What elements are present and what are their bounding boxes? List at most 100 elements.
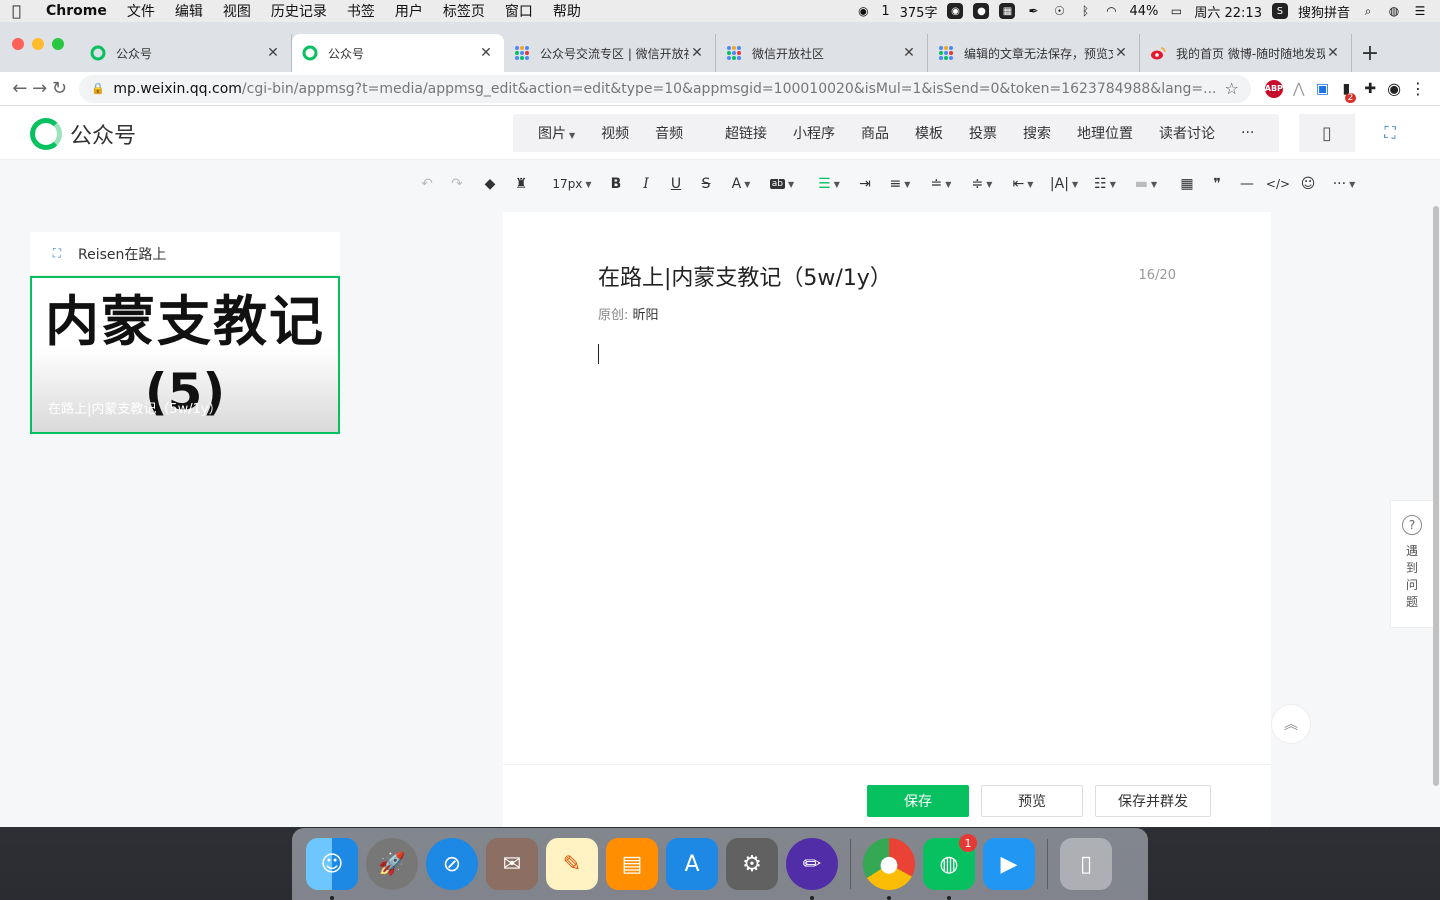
bluetooth-icon[interactable]: ᛒ	[1077, 3, 1093, 19]
menu-edit[interactable]: 编辑	[175, 1, 203, 21]
spotlight-search-icon[interactable]: ⌕	[1360, 3, 1376, 19]
insert-discussion-button[interactable]: 读者讨论	[1146, 123, 1228, 143]
accessibility-icon[interactable]: ☉	[1051, 3, 1067, 19]
close-tab-icon[interactable]: ✕	[1113, 45, 1129, 61]
background-color-icon[interactable]: ab ▼	[767, 174, 797, 194]
article-body-editor[interactable]	[598, 340, 1176, 750]
insert-vote-button[interactable]: 投票	[956, 123, 1010, 143]
app-menu-chrome[interactable]: Chrome	[46, 3, 107, 19]
mp-logo[interactable]: 公众号	[30, 118, 136, 150]
paragraph-style-icon[interactable]: ☰ ▼	[815, 174, 843, 194]
adblock-icon[interactable]: ABP	[1265, 79, 1283, 98]
article-cover-thumbnail[interactable]: 内蒙支教记 (5) 在路上|内蒙支教记（5w/1y）	[30, 276, 340, 434]
more-insert-button[interactable]: ···	[1228, 125, 1267, 141]
menu-bookmarks[interactable]: 书签	[347, 1, 375, 21]
undo-icon[interactable]: ↶	[418, 174, 436, 194]
line-height-icon[interactable]: ≐ ▼	[927, 174, 955, 194]
menu-view[interactable]: 视图	[223, 1, 251, 21]
insert-product-button[interactable]: 商品	[848, 123, 902, 143]
insert-video-button[interactable]: 视频	[588, 123, 642, 143]
launchpad-icon[interactable]: 🚀	[366, 838, 418, 890]
mic-icon[interactable]: ●	[973, 3, 990, 19]
new-tab-button[interactable]: +	[1352, 34, 1388, 72]
draft-list-button[interactable]: ▯	[1299, 114, 1355, 152]
emoji-icon[interactable]: ☺	[1298, 174, 1318, 194]
tab-4[interactable]: 微信开放社区 ✕	[716, 34, 928, 72]
screen-icon[interactable]: ◉	[947, 3, 964, 19]
author-field[interactable]: 原创: 昕阳	[598, 304, 659, 323]
blockquote-icon[interactable]: ❞	[1208, 174, 1226, 194]
close-tab-icon[interactable]: ✕	[478, 45, 494, 61]
insert-search-button[interactable]: 搜索	[1010, 123, 1064, 143]
format-painter-icon[interactable]: ◆	[481, 174, 499, 194]
tab-5[interactable]: 编辑的文章无法保存，预览文章 ✕	[928, 34, 1140, 72]
pencil-app-icon[interactable]: ✏	[786, 838, 838, 900]
align-icon[interactable]: ≡ ▼	[886, 174, 914, 194]
extension-a-icon[interactable]: ⋀	[1291, 77, 1307, 101]
margin-icon[interactable]: ⇤ ▼	[1009, 174, 1037, 194]
underline-icon[interactable]: U	[667, 174, 685, 194]
extension-s-icon[interactable]: ▣	[1315, 77, 1331, 101]
strikethrough-icon[interactable]: S	[697, 174, 715, 194]
back-icon[interactable]: ←	[10, 78, 30, 99]
letter-spacing-icon[interactable]: |A| ▼	[1050, 174, 1078, 194]
indent-icon[interactable]: ⇥	[856, 174, 874, 194]
image-layout-icon[interactable]: ▬ ▼	[1132, 174, 1160, 194]
paragraph-spacing-icon[interactable]: ≑ ▼	[968, 174, 996, 194]
address-bar[interactable]: 🔒 mp.weixin.qq.com /cgi-bin/appmsg?t=med…	[79, 74, 1251, 103]
app-store-icon[interactable]: A	[666, 838, 718, 890]
insert-hyperlink-button[interactable]: 超链接	[712, 123, 780, 143]
code-icon[interactable]: </>	[1266, 174, 1290, 194]
close-tab-icon[interactable]: ✕	[1325, 45, 1341, 61]
redo-icon[interactable]: ↷	[448, 174, 466, 194]
lock-icon[interactable]: 🔒	[91, 82, 105, 95]
font-size-select[interactable]: 17px ▼	[548, 174, 596, 194]
tab-6[interactable]: 我的首页 微博-随时随地发现新鲜事 ✕	[1140, 34, 1352, 72]
tab-2-active[interactable]: 公众号 ✕	[292, 34, 504, 72]
pen-icon[interactable]: ✒	[1025, 3, 1041, 19]
close-tab-icon[interactable]: ✕	[901, 45, 917, 61]
clock[interactable]: 周六 22:13	[1194, 2, 1262, 21]
list-icon[interactable]: ☷ ▼	[1091, 174, 1119, 194]
save-button[interactable]: 保存	[867, 785, 969, 817]
help-widget[interactable]: ? 遇 到 问 题	[1390, 500, 1434, 628]
zoom-window-button[interactable]	[52, 38, 64, 50]
menu-file[interactable]: 文件	[127, 1, 155, 21]
grid-icon[interactable]: ▦	[999, 3, 1016, 19]
clear-format-icon[interactable]: ♜	[512, 174, 530, 194]
battery-icon[interactable]: ▭	[1168, 3, 1184, 19]
chrome-icon[interactable]: ●	[863, 838, 915, 900]
wechat-icon[interactable]: ◍ 1	[923, 834, 977, 900]
scrollbar-thumb[interactable]	[1433, 206, 1439, 786]
profile-avatar-icon[interactable]: ◉	[1386, 77, 1402, 101]
insert-miniprogram-button[interactable]: 小程序	[780, 123, 848, 143]
minimize-window-button[interactable]	[32, 38, 44, 50]
article-title-input[interactable]: 在路上|内蒙支教记（5w/1y）	[598, 260, 892, 292]
save-and-send-button[interactable]: 保存并群发	[1095, 785, 1211, 817]
wechat-status-icon[interactable]: ◉	[855, 3, 871, 19]
wifi-icon[interactable]: ◠	[1103, 3, 1119, 19]
forward-icon[interactable]: →	[30, 78, 50, 99]
font-color-icon[interactable]: A ▼	[727, 174, 755, 194]
menu-tab[interactable]: 标签页	[443, 1, 485, 21]
sogou-icon[interactable]: S	[1271, 3, 1288, 19]
insert-audio-button[interactable]: 音频	[642, 123, 696, 143]
extension-chat-icon[interactable]: ▮ 2	[1339, 77, 1357, 103]
page-scrollbar[interactable]	[1432, 206, 1440, 786]
preview-app-icon[interactable]: ✉	[486, 838, 538, 890]
tab-3[interactable]: 公众号交流专区 | 微信开放社区 ✕	[504, 34, 716, 72]
pages-icon[interactable]: ✎	[546, 838, 598, 890]
safari-icon[interactable]: ⊘	[426, 838, 478, 890]
system-preferences-icon[interactable]: ⚙	[726, 838, 778, 890]
control-center-icon[interactable]: ☰	[1412, 3, 1428, 19]
table-icon[interactable]: ▦	[1178, 174, 1196, 194]
finder-icon[interactable]: ☺	[306, 838, 358, 900]
tab-1[interactable]: 公众号 ✕	[80, 34, 292, 72]
account-avatar[interactable]: ⛶	[1362, 114, 1418, 152]
menu-window[interactable]: 窗口	[505, 1, 533, 21]
insert-template-button[interactable]: 模板	[902, 123, 956, 143]
italic-icon[interactable]: I	[637, 174, 655, 194]
extensions-puzzle-icon[interactable]: ✚	[1362, 77, 1378, 101]
siri-icon[interactable]: ◍	[1386, 3, 1402, 19]
books-icon[interactable]: ▤	[606, 838, 658, 890]
